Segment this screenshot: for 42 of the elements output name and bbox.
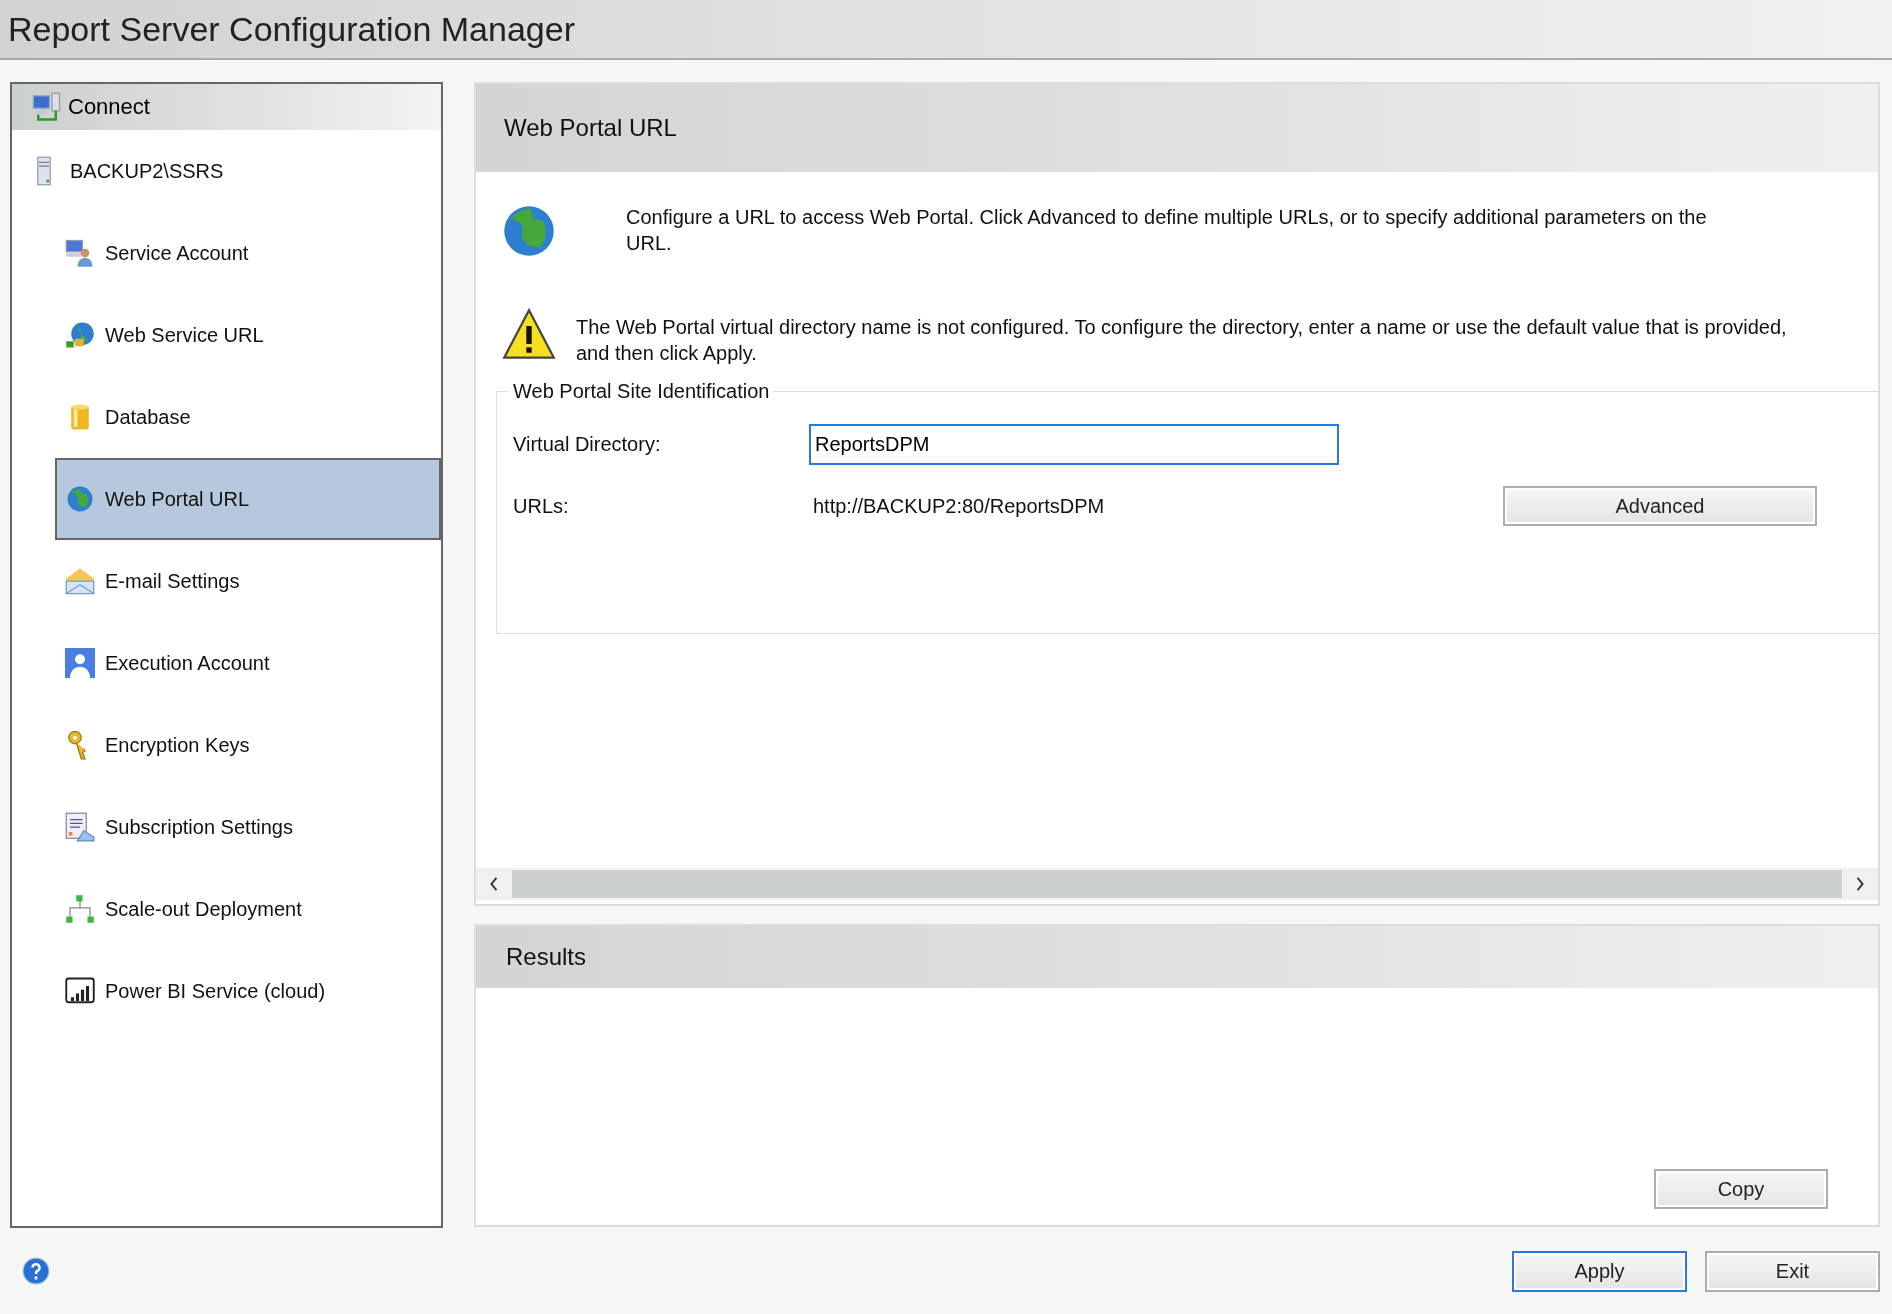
horizontal-scrollbar[interactable] [476, 868, 1878, 900]
copy-button[interactable]: Copy [1654, 1169, 1828, 1209]
results-title: Results [506, 943, 587, 971]
hierarchy-icon [65, 894, 95, 924]
intro-text: Configure a URL to access Web Portal. Click Advanced to define multiple URLs, or to specify additional parameters on the URL. [626, 205, 1708, 256]
nav-item[interactable]: Service Account [55, 212, 441, 294]
nav-item[interactable]: Scale-out Deployment [55, 868, 441, 950]
field-label: URLs: [513, 494, 570, 518]
globe-icon [65, 484, 95, 514]
document-icon [65, 812, 95, 842]
nav-item[interactable]: Web Portal URL [55, 458, 441, 540]
computer-user-icon [65, 238, 95, 268]
nav-item[interactable]: Database [55, 376, 441, 458]
globe-icon [502, 204, 556, 258]
page-title: Web Portal URL [504, 114, 677, 142]
computer-icon [32, 92, 62, 122]
nav-item[interactable]: Power BI Service (cloud) [55, 950, 441, 1032]
nav-item[interactable]: Execution Account [55, 622, 441, 704]
help-icon[interactable] [22, 1257, 50, 1285]
virtual-directory-field[interactable]: ReportsDPM [809, 423, 1339, 465]
server-icon [36, 156, 52, 186]
window-title: Report Server Configuration Manager [8, 9, 575, 49]
warning-text: The Web Portal virtual directory name is not configured. To configure the directory, enter a name or use the default value that is provided, and then click Apply. [576, 315, 1788, 366]
globe-network-icon [65, 320, 95, 350]
advanced-button[interactable]: Advanced [1503, 486, 1817, 526]
scroll-thumb[interactable] [512, 870, 1842, 898]
url-text: http://BACKUP2:80/ReportsDPM [812, 494, 1106, 518]
envelope-icon [65, 566, 95, 596]
connect-button[interactable]: Connect [12, 84, 441, 130]
server-item[interactable]: BACKUP2\SSRS [12, 130, 441, 212]
bar-chart-icon [65, 976, 95, 1006]
nav-item[interactable]: Web Service URL [55, 294, 441, 376]
apply-button[interactable]: Apply [1512, 1250, 1687, 1292]
nav-item[interactable]: E-mail Settings [55, 540, 441, 622]
person-icon [65, 648, 95, 678]
warning-icon [502, 308, 556, 362]
nav-item[interactable]: Encryption Keys [55, 704, 441, 786]
exit-button[interactable]: Exit [1705, 1250, 1880, 1292]
server-name: BACKUP2\SSRS [70, 159, 224, 183]
group-title: Web Portal Site Identification [512, 380, 771, 403]
field-label: Virtual Directory: [513, 432, 662, 456]
nav-item[interactable]: Subscription Settings [55, 786, 441, 868]
